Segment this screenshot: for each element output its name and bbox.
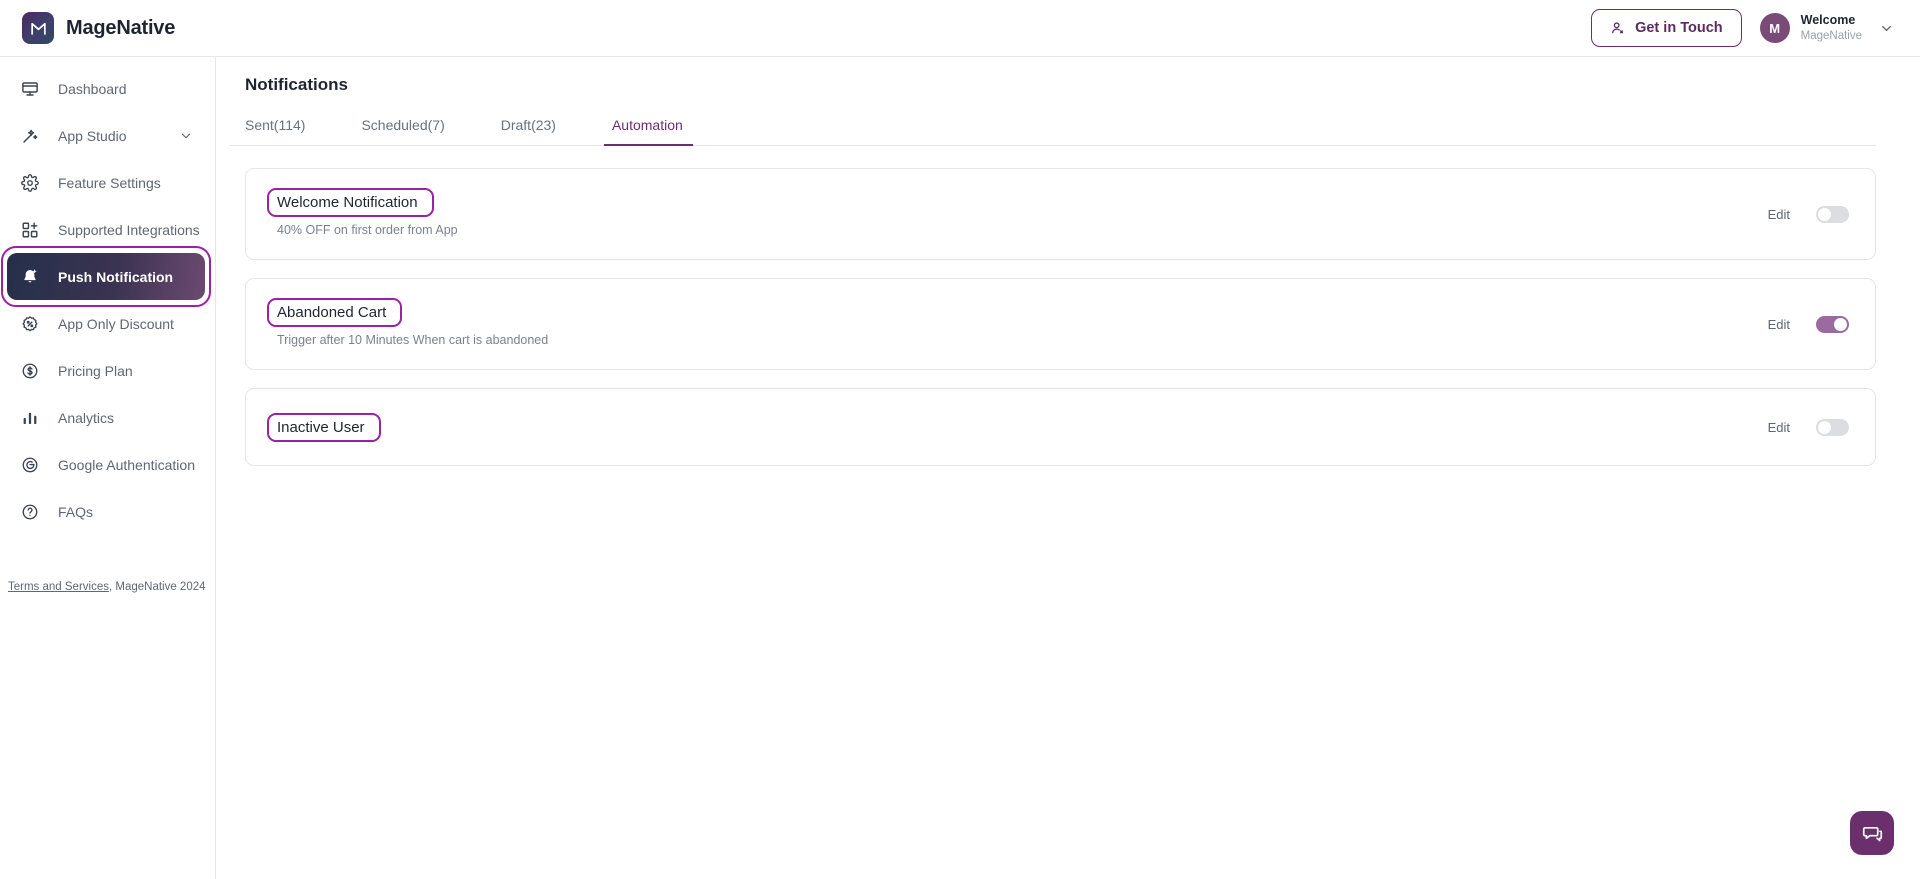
- card-actions: Edit: [1768, 205, 1849, 223]
- tab-draft[interactable]: Draft(23): [501, 111, 582, 145]
- user-greeting: Welcome: [1800, 13, 1856, 27]
- magenative-logo-icon: [22, 12, 54, 44]
- sidebar-item-dashboard[interactable]: Dashboard: [0, 65, 215, 112]
- toggle-knob: [1834, 317, 1847, 331]
- sidebar-item-label: App Studio: [58, 127, 127, 144]
- grid-plus-icon: [20, 221, 40, 239]
- card-title: Abandoned Cart: [277, 304, 387, 321]
- brand-name: MageNative: [66, 16, 176, 39]
- card-main: Inactive User: [267, 412, 1768, 442]
- sidebar-item-push-notification[interactable]: Push Notification: [1, 246, 211, 307]
- get-in-touch-button[interactable]: Get in Touch: [1591, 9, 1742, 47]
- top-bar: MageNative Get in Touch M Welcome MageNa…: [0, 0, 1920, 57]
- sidebar-item-label: Feature Settings: [58, 174, 161, 191]
- sidebar-item-label: Pricing Plan: [58, 362, 133, 379]
- sidebar-item-label: Supported Integrations: [58, 221, 200, 238]
- sidebar-item-label: Dashboard: [58, 80, 127, 97]
- card-subtitle: 40% OFF on first order from App: [277, 223, 458, 237]
- top-bar-right: Get in Touch M Welcome MageNative: [1591, 9, 1920, 47]
- toggle-knob: [1818, 207, 1831, 221]
- chevron-down-icon[interactable]: [179, 129, 193, 143]
- sidebar-footer-rest: , MageNative 2024: [108, 581, 206, 593]
- card-actions: Edit: [1768, 418, 1849, 436]
- notification-tabs: Sent(114) Scheduled(7) Draft(23) Automat…: [230, 111, 1876, 146]
- card-title: Inactive User: [277, 418, 365, 436]
- monitor-icon: [20, 80, 40, 98]
- edit-button[interactable]: Edit: [1768, 207, 1790, 222]
- sidebar-item-app-studio[interactable]: App Studio: [0, 112, 215, 159]
- card-main: Abandoned Cart Trigger after 10 Minutes …: [266, 298, 1768, 347]
- sidebar-item-pricing-plan[interactable]: Pricing Plan: [0, 347, 215, 394]
- avatar: M: [1759, 13, 1790, 43]
- automation-card: Inactive User Edit: [245, 388, 1876, 466]
- enable-toggle[interactable]: [1816, 205, 1849, 223]
- google-icon: [20, 456, 40, 474]
- brand[interactable]: MageNative: [0, 12, 216, 44]
- card-title-annotation: Abandoned Cart: [266, 298, 403, 327]
- tab-scheduled[interactable]: Scheduled(7): [361, 111, 470, 145]
- terms-and-services-link[interactable]: Terms and Services: [8, 581, 109, 593]
- sidebar-footer: Terms and Services, MageNative 2024: [8, 581, 206, 593]
- user-org: MageNative: [1800, 29, 1862, 42]
- sidebar: Dashboard App Studio Feature Settings Su…: [0, 57, 216, 879]
- enable-toggle[interactable]: [1816, 315, 1849, 333]
- question-circle-icon: [20, 503, 40, 521]
- card-main: Welcome Notification 40% OFF on first or…: [267, 188, 1768, 237]
- sidebar-item-label: Analytics: [58, 409, 115, 426]
- page-title: Notifications: [245, 75, 348, 94]
- sidebar-item-feature-settings[interactable]: Feature Settings: [0, 159, 215, 206]
- sidebar-item-label: Push Notification: [58, 268, 174, 285]
- user-menu[interactable]: M Welcome MageNative: [1759, 13, 1894, 43]
- toggle-knob: [1818, 420, 1831, 434]
- bar-chart-icon: [20, 409, 40, 427]
- enable-toggle[interactable]: [1816, 418, 1849, 436]
- card-subtitle: Trigger after 10 Minutes When cart is ab…: [277, 333, 549, 347]
- magic-wand-icon: [20, 127, 40, 145]
- gear-icon: [20, 173, 40, 192]
- chevron-down-icon[interactable]: [1879, 21, 1894, 36]
- user-text: Welcome MageNative: [1801, 13, 1862, 43]
- edit-button[interactable]: Edit: [1768, 317, 1790, 332]
- tab-sent[interactable]: Sent(114): [245, 111, 331, 145]
- main-content: Notifications Sent(114) Scheduled(7) Dra…: [216, 57, 1920, 879]
- sidebar-nav: Dashboard App Studio Feature Settings Su…: [0, 57, 215, 535]
- sidebar-item-label: FAQs: [58, 503, 94, 520]
- automation-card-list: Welcome Notification 40% OFF on first or…: [230, 168, 1876, 466]
- sidebar-item-google-authentication[interactable]: Google Authentication: [0, 441, 215, 488]
- sidebar-item-label: Google Authentication: [58, 456, 195, 473]
- edit-button[interactable]: Edit: [1768, 420, 1790, 435]
- automation-card: Welcome Notification 40% OFF on first or…: [245, 168, 1876, 260]
- chat-bubble-icon[interactable]: [1850, 811, 1894, 855]
- tab-automation[interactable]: Automation: [603, 111, 709, 146]
- bell-plus-icon: [20, 268, 40, 286]
- card-title-annotation: Welcome Notification: [267, 188, 434, 217]
- dollar-circle-icon: [20, 362, 40, 380]
- sidebar-item-label: App Only Discount: [58, 315, 174, 332]
- sidebar-item-faqs[interactable]: FAQs: [0, 488, 215, 535]
- sidebar-item-app-only-discount[interactable]: App Only Discount: [0, 300, 215, 347]
- card-title: Welcome Notification: [277, 194, 418, 211]
- card-title-annotation: Inactive User: [267, 412, 381, 442]
- discount-badge-icon: [20, 315, 40, 333]
- automation-card: Abandoned Cart Trigger after 10 Minutes …: [245, 278, 1876, 370]
- sidebar-item-supported-integrations[interactable]: Supported Integrations: [0, 206, 215, 253]
- person-icon: [1610, 20, 1626, 36]
- sidebar-item-analytics[interactable]: Analytics: [0, 394, 215, 441]
- card-actions: Edit: [1768, 315, 1849, 333]
- get-in-touch-label: Get in Touch: [1635, 20, 1723, 36]
